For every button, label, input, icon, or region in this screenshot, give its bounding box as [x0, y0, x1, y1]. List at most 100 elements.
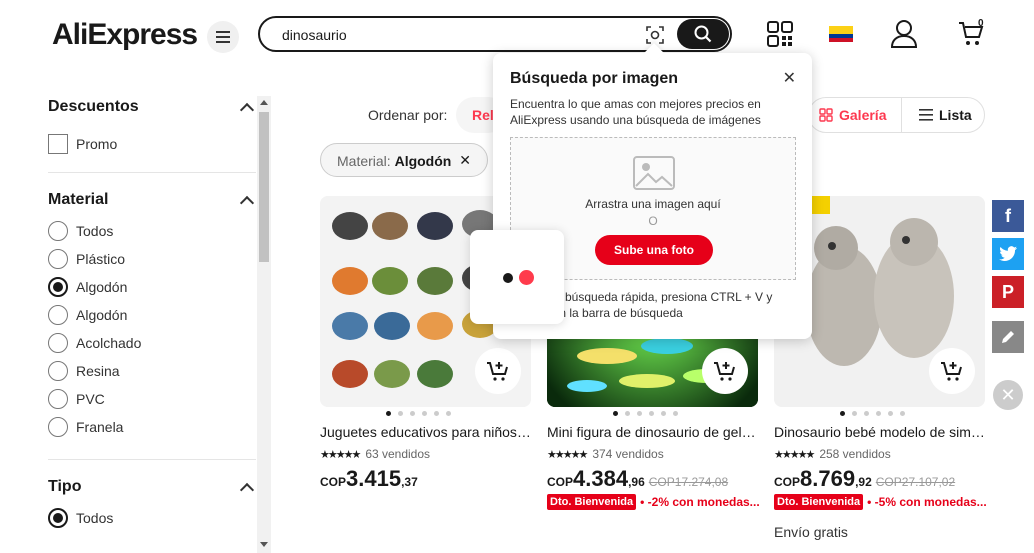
drag-text: Arrastra una imagen aquí [585, 197, 721, 211]
popup-description: Encuentra lo que amas con mejores precio… [510, 97, 761, 127]
add-cart-icon [941, 362, 962, 381]
scroll-thumb[interactable] [259, 112, 269, 262]
material-option[interactable]: Algodón [48, 273, 256, 301]
view-toggle: Galería Lista [808, 97, 985, 133]
close-icon[interactable]: ✕ [459, 152, 471, 169]
pinterest-share-button[interactable]: P [992, 276, 1024, 308]
material-option[interactable]: Acolchado [48, 329, 256, 357]
radio-button[interactable] [48, 389, 68, 409]
coins-discount: • -5% con monedas... [867, 495, 987, 509]
add-to-cart-button[interactable] [475, 348, 521, 394]
gallery-view-button[interactable]: Galería [819, 107, 886, 123]
checkbox[interactable] [48, 134, 68, 154]
loading-dot [503, 273, 513, 283]
product-rating: ★★★★★ 63 vendidos [320, 447, 430, 461]
material-option[interactable]: Resina [48, 357, 256, 385]
list-view-button[interactable]: Lista [919, 107, 972, 123]
material-option[interactable]: PVC [48, 385, 256, 413]
product-title[interactable]: Mini figura de dinosaurio de gel brillan… [547, 424, 758, 440]
close-share-button[interactable]: ✕ [993, 380, 1023, 410]
upload-photo-button[interactable]: Sube una foto [595, 235, 713, 265]
filter-section-descuentos[interactable]: Descuentos [48, 96, 256, 118]
material-option[interactable]: Todos [48, 217, 256, 245]
option-label: Algodón [76, 279, 128, 295]
popup-title: Búsqueda por imagen [510, 70, 679, 87]
filter-section-material[interactable]: Material [48, 189, 256, 211]
scroll-down-arrow[interactable] [260, 542, 268, 547]
product-price: COP4.384,96 COP17.274,08 [547, 466, 729, 491]
filter-sidebar: Descuentos Promo Material Todos Plástico… [48, 96, 256, 553]
option-label: Algodón [76, 307, 128, 323]
old-price: COP27.107,02 [875, 475, 956, 489]
product-price: COP3.415,37 [320, 466, 418, 491]
free-shipping: Envío gratis [774, 524, 848, 540]
section-title: Material [48, 191, 109, 208]
search-button[interactable] [677, 19, 729, 49]
material-option[interactable]: Plástico [48, 245, 256, 273]
product-title[interactable]: Juguetes educativos para niños de dinosa… [320, 424, 531, 440]
radio-button[interactable] [48, 361, 68, 381]
material-option[interactable]: Franela [48, 413, 256, 441]
add-cart-icon [714, 362, 735, 381]
filter-section-tipo[interactable]: Tipo [48, 476, 256, 498]
sold-count: 258 vendidos [819, 447, 891, 461]
list-icon [919, 109, 933, 121]
radio-button[interactable] [48, 249, 68, 269]
chevron-up-icon [239, 102, 255, 118]
radio-button[interactable] [48, 417, 68, 437]
colombia-flag-icon[interactable] [829, 26, 853, 42]
option-label: Todos [76, 223, 114, 239]
aliexpress-logo[interactable]: AliExpress [52, 18, 198, 52]
search-input[interactable] [282, 24, 632, 46]
scroll-up-arrow[interactable] [260, 100, 268, 105]
image-carousel-dots[interactable] [613, 411, 678, 416]
tipo-option[interactable]: Todos [48, 504, 256, 532]
radio-button[interactable] [48, 305, 68, 325]
chip-value: Algodón [394, 153, 452, 169]
edit-button[interactable] [992, 321, 1024, 353]
sidebar-scrollbar[interactable] [257, 96, 271, 553]
radio-button[interactable] [48, 221, 68, 241]
product-title[interactable]: Dinosaurio bebé modelo de simulación [774, 424, 985, 440]
promo-row: Dto. Bienvenida • -2% con monedas... [547, 494, 760, 510]
star-rating: ★★★★★ [320, 448, 361, 461]
radio-button-selected[interactable] [48, 508, 68, 528]
material-option[interactable]: Algodón [48, 301, 256, 329]
divider [48, 172, 256, 173]
add-to-cart-button[interactable] [929, 348, 975, 394]
radio-button-selected[interactable] [48, 277, 68, 297]
divider [901, 98, 902, 132]
image-carousel-dots[interactable] [386, 411, 451, 416]
image-placeholder-icon [633, 156, 675, 190]
hamburger-icon [216, 31, 230, 43]
active-filter-chip[interactable]: Material: Algodón ✕ [320, 143, 488, 177]
twitter-share-button[interactable] [992, 238, 1024, 270]
radio-button[interactable] [48, 333, 68, 353]
old-price: COP17.274,08 [648, 475, 729, 489]
welcome-discount-badge: Dto. Bienvenida [774, 494, 864, 510]
menu-button[interactable] [207, 21, 239, 53]
option-label: Resina [76, 363, 120, 379]
facebook-icon: f [1005, 205, 1011, 226]
image-search-icon[interactable] [644, 24, 666, 46]
section-title: Descuentos [48, 98, 139, 115]
promo-row: Dto. Bienvenida • -5% con monedas... [774, 494, 987, 510]
sold-count: 63 vendidos [365, 447, 431, 461]
welcome-discount-badge: Dto. Bienvenida [547, 494, 637, 510]
section-title: Tipo [48, 478, 82, 495]
option-label: Franela [76, 419, 124, 435]
option-label: Promo [76, 136, 118, 152]
qr-code-icon[interactable] [766, 20, 794, 48]
product-rating: ★★★★★ 258 vendidos [774, 447, 891, 461]
image-carousel-dots[interactable] [840, 411, 905, 416]
loading-dot [519, 270, 534, 285]
divider [48, 459, 256, 460]
facebook-share-button[interactable]: f [992, 200, 1024, 232]
filter-option-promo[interactable]: Promo [48, 130, 256, 158]
cart-count-badge: 0 [978, 18, 984, 29]
close-icon[interactable]: ✕ [783, 68, 796, 88]
loading-indicator [470, 230, 564, 324]
user-icon[interactable] [890, 19, 918, 49]
add-to-cart-button[interactable] [702, 348, 748, 394]
chevron-up-icon [239, 482, 255, 498]
